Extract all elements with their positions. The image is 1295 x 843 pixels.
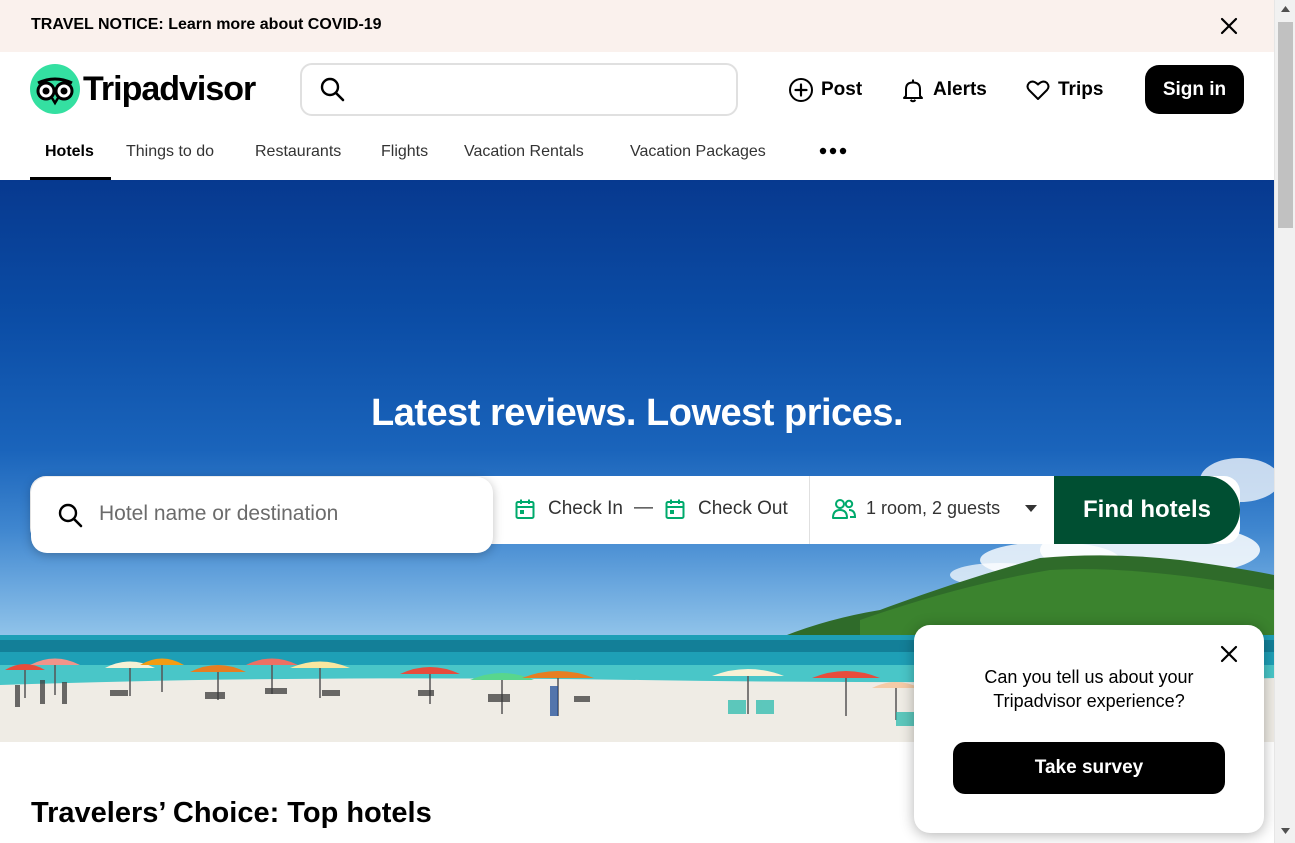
check-in-field[interactable]: Check In xyxy=(514,498,623,520)
date-range-field: Check In — Check Out xyxy=(494,476,810,544)
trips-label: Trips xyxy=(1058,79,1104,100)
post-label: Post xyxy=(821,79,863,100)
people-icon xyxy=(832,499,856,519)
destination-field[interactable] xyxy=(31,477,493,553)
heart-icon xyxy=(1026,80,1050,100)
section-title: Travelers’ Choice: Top hotels xyxy=(31,797,432,829)
check-in-label: Check In xyxy=(548,498,623,519)
survey-popup: Can you tell us about your Tripadvisor e… xyxy=(914,625,1264,833)
tab-hotels[interactable]: Hotels xyxy=(45,143,94,161)
trips-button[interactable]: Trips xyxy=(1025,74,1103,106)
calendar-icon xyxy=(665,499,685,519)
search-icon xyxy=(320,77,345,102)
page-scrollbar[interactable] xyxy=(1274,0,1295,843)
more-dots-icon[interactable] xyxy=(818,141,848,161)
travel-notice-link[interactable]: TRAVEL NOTICE: Learn more about COVID-19 xyxy=(31,16,382,34)
tab-restaurants[interactable]: Restaurants xyxy=(255,143,341,161)
bell-icon xyxy=(903,79,923,103)
destination-input[interactable] xyxy=(99,499,479,529)
site-header: Tripadvisor Post Alerts Trips Sign in xyxy=(0,52,1274,128)
close-icon[interactable] xyxy=(1217,642,1241,666)
close-icon[interactable] xyxy=(1217,14,1241,38)
header-search-box[interactable] xyxy=(300,63,738,116)
header-search-input[interactable] xyxy=(358,75,718,105)
scroll-thumb[interactable] xyxy=(1278,22,1293,228)
guests-selector[interactable]: 1 room, 2 guests xyxy=(811,476,1054,544)
sign-in-button[interactable]: Sign in xyxy=(1145,65,1244,114)
hero-title: Latest reviews. Lowest prices. xyxy=(370,392,904,434)
tab-vacation-rentals[interactable]: Vacation Rentals xyxy=(464,143,584,161)
travel-notice-bar: TRAVEL NOTICE: Learn more about COVID-19 xyxy=(0,0,1274,52)
find-hotels-button[interactable]: Find hotels xyxy=(1054,476,1240,544)
hotel-search-bar: Check In — Check Out 1 room, 2 guest xyxy=(30,476,1240,553)
tab-things-to-do[interactable]: Things to do xyxy=(126,143,214,161)
guests-value: 1 room, 2 guests xyxy=(866,498,1001,518)
scroll-down-arrow-icon[interactable] xyxy=(1281,828,1290,834)
check-out-field[interactable]: Check Out xyxy=(664,498,788,520)
date-separator: — xyxy=(634,497,653,518)
take-survey-button[interactable]: Take survey xyxy=(953,742,1225,794)
tab-vacation-packages[interactable]: Vacation Packages xyxy=(630,143,766,161)
check-out-label: Check Out xyxy=(698,498,788,519)
scroll-up-arrow-icon[interactable] xyxy=(1281,6,1290,12)
calendar-icon xyxy=(515,499,535,519)
logo[interactable]: Tripadvisor xyxy=(30,64,256,114)
alerts-label: Alerts xyxy=(933,79,987,100)
caret-down-icon xyxy=(1025,505,1037,512)
logo-text: Tripadvisor xyxy=(83,69,256,108)
category-nav: Hotels Things to do Restaurants Flights … xyxy=(0,128,1274,180)
alerts-button[interactable]: Alerts xyxy=(900,74,987,106)
search-icon xyxy=(58,503,83,528)
post-button[interactable]: Post xyxy=(788,74,862,106)
plus-circle-icon xyxy=(789,78,813,102)
survey-question: Can you tell us about your Tripadvisor e… xyxy=(984,667,1194,711)
tab-flights[interactable]: Flights xyxy=(381,143,428,161)
owl-logo-icon xyxy=(30,64,80,114)
